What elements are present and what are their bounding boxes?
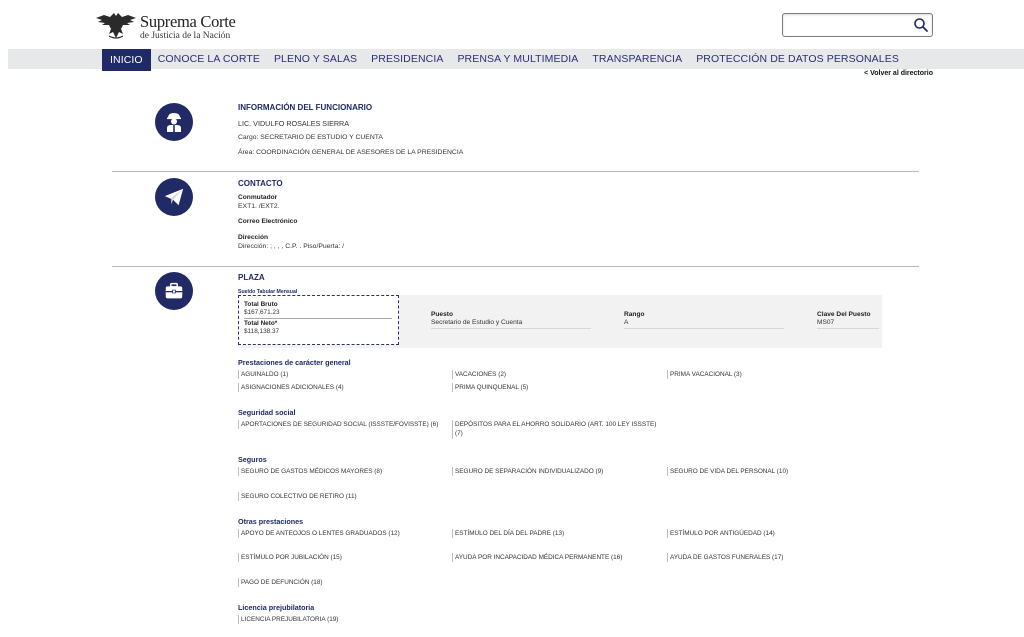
benefit-item: ASIGNACIONES ADICIONALES (4) [238, 383, 344, 393]
benefit-item: LICENCIA PREJUBILATORIA (19) [238, 615, 338, 625]
contacto-title: CONTACTO [238, 179, 283, 188]
nav-item-presidencia[interactable]: PRESIDENCIA [364, 49, 450, 69]
site-header: Suprema Corte de Justicia de la Nación [0, 0, 1024, 50]
correo-label: Correo Electrónico [238, 218, 298, 225]
funcionario-area: Área: COORDINACIÓN GENERAL DE ASESORES D… [238, 149, 464, 156]
seguridad-social-title: Seguridad social [238, 408, 296, 417]
funcionario-icon-circle [155, 103, 193, 141]
puesto-value: Secretario de Estudio y Cuenta [431, 319, 591, 329]
search-box [782, 13, 933, 37]
search-input[interactable] [783, 14, 908, 36]
benefit-item: ESTÍMULO POR ANTIGÜEDAD (14) [667, 529, 775, 539]
sueldo-box: Total Bruto $167,671.23 Total Neto* $118… [238, 295, 399, 345]
benefit-item: AGUINALDO (1) [238, 370, 288, 380]
paper-plane-icon [164, 188, 184, 206]
benefit-item: PAGO DE DEFUNCIÓN (18) [238, 578, 323, 588]
benefit-item: APORTACIONES DE SEGURIDAD SOCIAL (ISSSTE… [238, 420, 448, 430]
scjn-logo[interactable]: Suprema Corte de Justicia de la Nación [94, 9, 236, 41]
benefit-item: ESTÍMULO POR JUBILACIÓN (15) [238, 553, 342, 563]
conmutador-value: EXT1. /EXT2. [238, 203, 280, 210]
benefit-item: DEPÓSITOS PARA EL AHORRO SOLIDARIO (ART.… [452, 420, 657, 439]
direccion-value: Dirección: ; , , , C.P. . Piso/Puerta: / [238, 243, 345, 250]
rango-value: A [624, 319, 784, 329]
contacto-icon-circle [155, 178, 193, 216]
puesto-label: Puesto [431, 311, 453, 318]
total-neto-value: $118,138.37 [244, 328, 280, 335]
benefit-item: APOYO DE ANTEOJOS O LENTES GRADUADOS (12… [238, 529, 400, 539]
funcionario-title: INFORMACIÓN DEL FUNCIONARIO [238, 103, 373, 112]
logo-title: Suprema Corte [140, 12, 236, 31]
plaza-icon-circle [155, 272, 193, 310]
clave-field: Clave Del Puesto MS07 [817, 311, 879, 329]
licencia-prejubilatoria-title: Licencia prejubilatoria [238, 603, 315, 612]
nav-item-conoce-la-corte[interactable]: CONOCE LA CORTE [151, 49, 267, 69]
plaza-title: PLAZA [238, 273, 265, 282]
search-icon[interactable] [913, 17, 929, 33]
conmutador-label: Conmutador [238, 194, 278, 201]
otras-prestaciones-title: Otras prestaciones [238, 517, 304, 526]
benefit-item: SEGURO COLECTIVO DE RETIRO (11) [238, 492, 357, 502]
nav-item-proteccion-datos[interactable]: PROTECCIÓN DE DATOS PERSONALES [689, 49, 906, 69]
puesto-field: Puesto Secretario de Estudio y Cuenta [431, 311, 591, 329]
benefit-item: SEGURO DE SEPARACIÓN INDIVIDUALIZADO (9) [452, 467, 603, 477]
nav-item-prensa-y-multimedia[interactable]: PRENSA Y MULTIMEDIA [450, 49, 585, 69]
nav-item-inicio[interactable]: INICIO [102, 49, 151, 71]
rango-field: Rango A [624, 311, 784, 329]
nav-item-transparencia[interactable]: TRANSPARENCIA [585, 49, 689, 69]
sueldo-divider [244, 318, 392, 319]
total-bruto-value: $167,671.23 [244, 309, 280, 316]
benefit-item: VACACIONES (2) [452, 370, 506, 380]
funcionario-name: LIC. VIDULFO ROSALES SIERRA [238, 119, 350, 128]
logo-subtitle: de Justicia de la Nación [140, 30, 231, 41]
prestaciones-general-title: Prestaciones de carácter general [238, 358, 351, 367]
total-neto-label: Total Neto* [244, 320, 278, 327]
briefcase-icon [165, 282, 183, 299]
benefit-item: ESTÍMULO DEL DÍA DEL PADRE (13) [452, 529, 564, 539]
main-nav: INICIO CONOCE LA CORTE PLENO Y SALAS PRE… [8, 49, 1024, 71]
benefit-item: SEGURO DE VIDA DEL PERSONAL (10) [667, 467, 788, 477]
section-divider [112, 266, 919, 267]
benefit-item: AYUDA DE GASTOS FUNERALES (17) [667, 553, 783, 563]
total-bruto-label: Total Bruto [244, 301, 278, 308]
worker-icon [167, 113, 181, 132]
funcionario-cargo: Cargo: SECRETARIO DE ESTUDIO Y CUENTA [238, 134, 383, 141]
eagle-logo-icon [96, 13, 136, 39]
nav-item-pleno-y-salas[interactable]: PLENO Y SALAS [267, 49, 364, 69]
rango-label: Rango [624, 311, 645, 318]
benefit-item: SEGURO DE GASTOS MÉDICOS MAYORES (8) [238, 467, 382, 477]
direccion-label: Dirección [238, 234, 269, 241]
back-to-directory-link[interactable]: < Volver al directorio [864, 70, 933, 77]
benefit-item: PRIMA QUINQUENAL (5) [452, 383, 528, 393]
clave-label: Clave Del Puesto [817, 311, 871, 318]
seguros-title: Seguros [238, 455, 267, 464]
section-divider [112, 171, 919, 172]
benefit-item: AYUDA POR INCAPACIDAD MÉDICA PERMANENTE … [452, 553, 622, 563]
benefit-item: PRIMA VACACIONAL (3) [667, 370, 742, 380]
clave-value: MS07 [817, 319, 879, 329]
